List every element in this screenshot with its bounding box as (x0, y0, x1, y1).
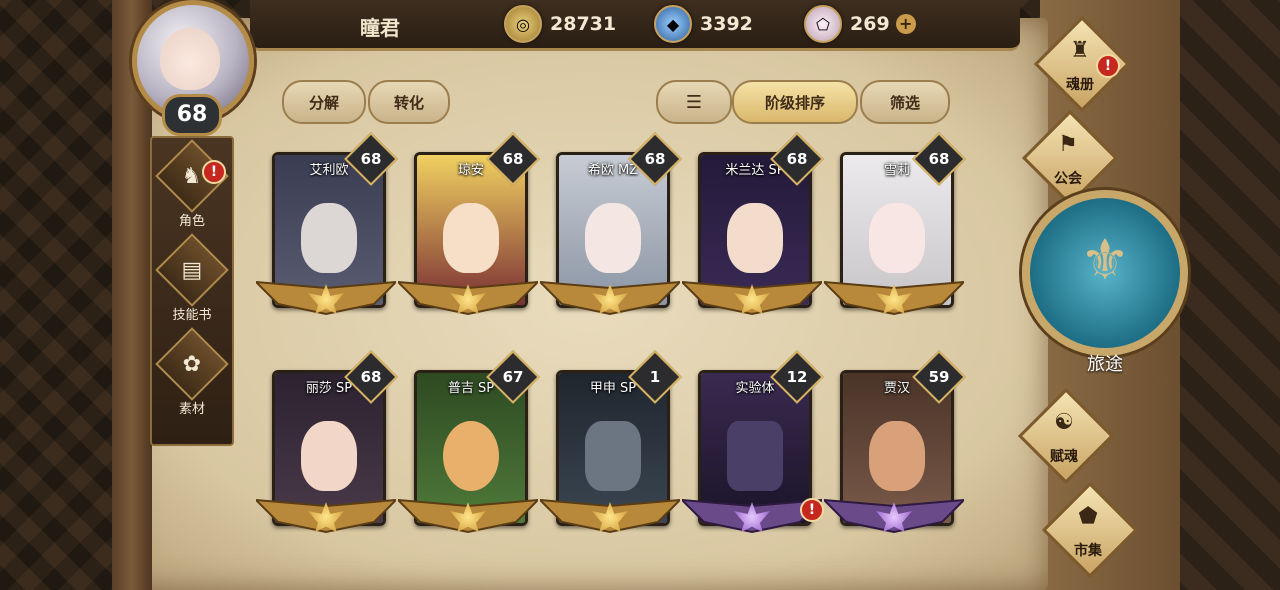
character-card[interactable]: 希欧 MZ 68 (540, 132, 682, 316)
alert-icon: ! (800, 498, 824, 522)
skill-book-icon: ▤ (155, 233, 229, 307)
alert-icon: ! (202, 160, 226, 184)
player-avatar[interactable]: 68 (118, 0, 264, 136)
nav-label: 赋魂 (1050, 449, 1078, 465)
character-portrait (869, 203, 925, 273)
character-portrait (301, 421, 357, 491)
card-level: 68 (644, 150, 666, 168)
card-level: 68 (502, 150, 524, 168)
character-portrait (443, 203, 499, 273)
gold-value: 28731 (550, 13, 617, 35)
nav-market[interactable]: ⬟ 市集 (1040, 481, 1139, 579)
character-portrait (443, 421, 499, 491)
character-portrait (301, 203, 357, 273)
character-portrait (585, 203, 641, 273)
filter-button[interactable]: 筛选 (860, 80, 950, 124)
character-portrait (585, 421, 641, 491)
sort-icon: ☰ (685, 91, 703, 113)
card-level: 68 (928, 150, 950, 168)
card-level: 67 (502, 368, 524, 386)
nav-soul-book[interactable]: ♜ 魂册 ! (1032, 15, 1131, 113)
endow-soul-icon: ☯ (1054, 410, 1074, 435)
decompose-button[interactable]: 分解 (282, 80, 366, 124)
nav-diamond (1017, 387, 1115, 485)
blue-crystal-icon: ◆ (654, 5, 692, 43)
character-card[interactable]: 实验体 12 ! (682, 350, 824, 534)
card-level: 12 (786, 368, 808, 386)
side-item-materials[interactable]: ✿ 素材 (152, 327, 232, 422)
card-level: 1 (649, 368, 661, 386)
character-card[interactable]: 雪莉 68 (824, 132, 966, 316)
character-portrait (727, 203, 783, 273)
card-level: 68 (360, 368, 382, 386)
materials-icon: ✿ (155, 327, 229, 401)
card-level: 68 (360, 150, 382, 168)
player-level: 68 (162, 94, 222, 136)
alert-icon: ! (1096, 54, 1120, 78)
character-card[interactable]: 普吉 SP 67 (398, 350, 540, 534)
currency-gem: ⬠ 269 + (804, 5, 916, 43)
side-item-label: 素材 (178, 402, 205, 417)
character-portrait (727, 421, 783, 491)
character-card[interactable]: 贾汉 59 (824, 350, 966, 534)
crystal-value: 3392 (700, 13, 753, 35)
nav-diamond (1041, 481, 1139, 579)
market-icon: ⬟ (1078, 504, 1098, 529)
add-gem-button[interactable]: + (895, 14, 916, 34)
side-item-characters[interactable]: ♞ 角色 ! (152, 139, 232, 234)
sort-rank-button[interactable]: 阶级排序 (732, 80, 858, 124)
side-item-skill-books[interactable]: ▤ 技能书 (152, 233, 232, 328)
guild-icon: ⚑ (1058, 132, 1078, 157)
gold-coin-icon: ◎ (504, 5, 542, 43)
character-card[interactable]: 甲申 SP 1 (540, 350, 682, 534)
character-card[interactable]: 丽莎 SP 68 (256, 350, 398, 534)
journey-button[interactable]: ⚜ 旅途 (1022, 190, 1188, 390)
nav-endow-soul[interactable]: ☯ 赋魂 (1016, 387, 1115, 485)
gem-value: 269 (850, 13, 890, 35)
currency-gold: ◎ 28731 (504, 5, 617, 43)
character-card[interactable]: 米兰达 SP 68 (682, 132, 824, 316)
pink-gem-icon: ⬠ (804, 5, 842, 43)
currency-crystal: ◆ 3392 (654, 5, 753, 43)
card-level: 68 (786, 150, 808, 168)
journey-icon: ⚜ (1079, 228, 1131, 293)
card-level: 59 (928, 368, 950, 386)
character-card[interactable]: 琼安 68 (398, 132, 540, 316)
nav-label: 魂册 (1066, 77, 1094, 93)
nav-label: 公会 (1054, 171, 1082, 187)
side-menu: ♞ 角色 ! ▤ 技能书 ✿ 素材 (150, 136, 234, 446)
character-card[interactable]: 艾利欧 68 (256, 132, 398, 316)
player-name: 瞳君 (360, 16, 400, 40)
avatar-face (160, 28, 220, 90)
side-item-label: 角色 (178, 214, 205, 229)
side-item-label: 技能书 (172, 308, 212, 323)
nav-label: 市集 (1074, 543, 1102, 559)
sort-order-button[interactable]: ☰ (656, 80, 732, 124)
character-portrait (869, 421, 925, 491)
nav-guild[interactable]: ⚑ 公会 (1020, 109, 1119, 207)
journey-label: 旅途 (1087, 354, 1123, 375)
convert-button[interactable]: 转化 (368, 80, 450, 124)
